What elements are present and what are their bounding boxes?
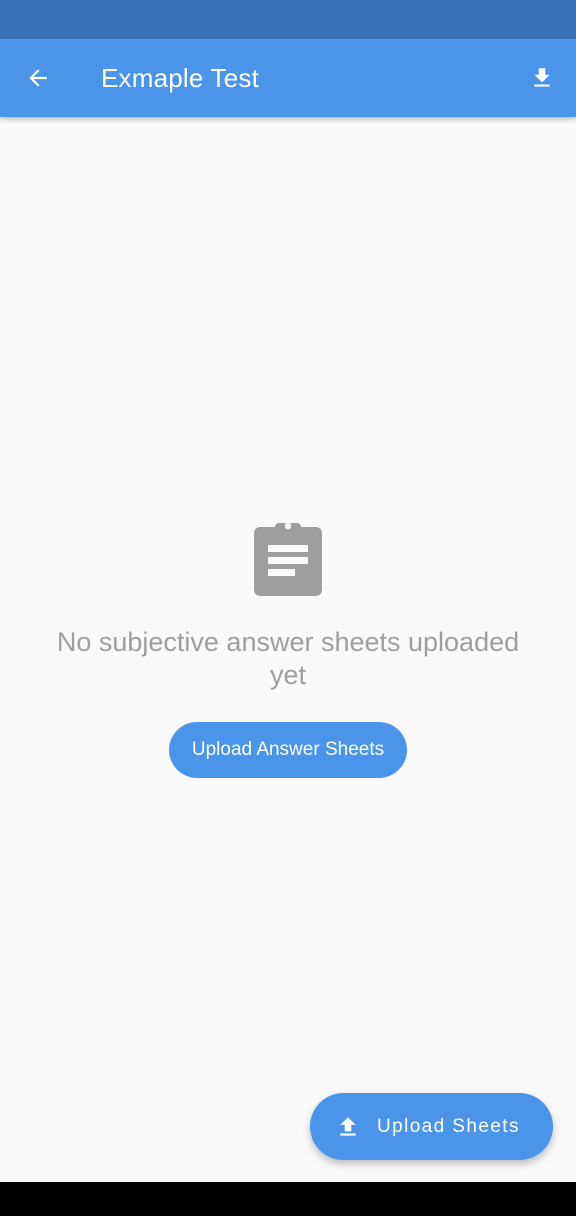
upload-sheets-label: Upload Sheets [377, 1115, 520, 1137]
clipboard-icon [254, 522, 322, 596]
main-content: No subjective answer sheets uploaded yet… [0, 117, 576, 1182]
upload-sheets-fab[interactable]: Upload Sheets [310, 1093, 553, 1160]
download-button[interactable] [518, 54, 566, 102]
empty-state: No subjective answer sheets uploaded yet… [0, 520, 576, 778]
upload-answer-sheets-button[interactable]: Upload Answer Sheets [168, 722, 408, 778]
page-title: Exmaple Test [101, 63, 259, 93]
back-button[interactable] [14, 54, 62, 102]
status-bar [0, 0, 576, 39]
download-icon [534, 68, 550, 87]
app-bar: Exmaple Test [0, 39, 576, 117]
upload-icon [335, 1113, 361, 1141]
empty-message: No subjective answer sheets uploaded yet [56, 627, 520, 690]
navigation-bar [0, 1182, 576, 1216]
arrow-back-icon [29, 69, 47, 87]
